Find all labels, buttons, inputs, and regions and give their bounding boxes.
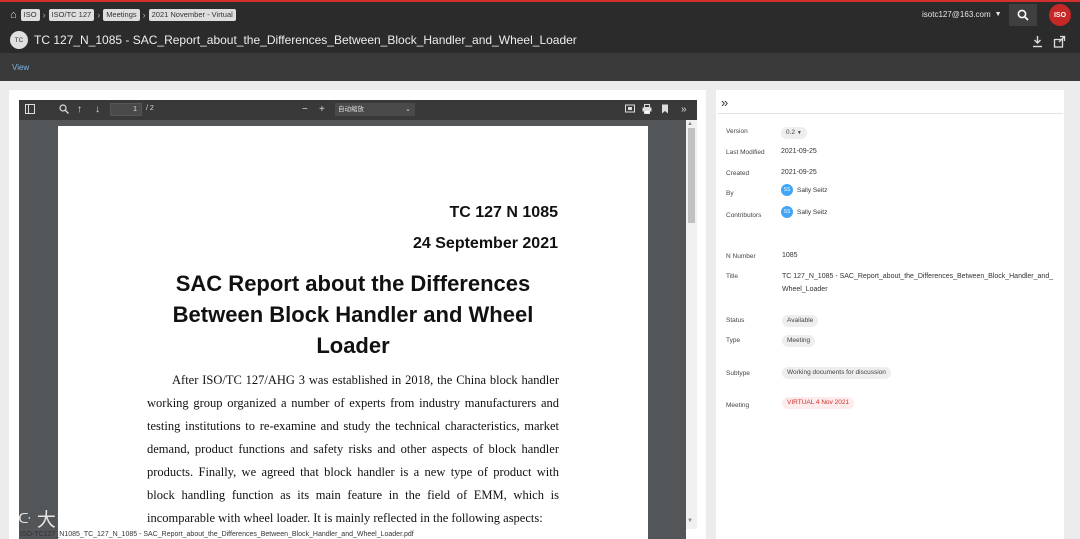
scroll-up-icon[interactable]: ▲ xyxy=(687,121,693,127)
iso-logo[interactable]: ISO xyxy=(1049,4,1071,26)
n-number-label: N Number xyxy=(726,253,756,260)
chevron-down-icon: ⌄ xyxy=(405,106,411,113)
breadcrumb-item-meeting[interactable]: 2021 November - Virtual xyxy=(148,9,236,21)
type-badge: Meeting xyxy=(782,335,816,347)
type-label: Type xyxy=(726,337,741,344)
n-number-value: 1085 xyxy=(782,252,798,259)
tools-expand-icon[interactable]: » xyxy=(681,104,687,116)
version-label: Version xyxy=(726,128,748,135)
arrow-down-icon[interactable]: ↓ xyxy=(95,104,100,116)
meeting-link[interactable]: VIRTUAL 4 Nov 2021 xyxy=(782,397,855,409)
caret-down-icon: ▼ xyxy=(796,130,802,136)
subtype-badge: Working documents for discussion xyxy=(782,367,891,379)
divider xyxy=(718,113,1063,114)
breadcrumb: ⌂ ISO › ISO/TC 127 › Meetings › 2021 Nov… xyxy=(10,9,236,21)
chevron-right-icon: › xyxy=(97,10,101,20)
zoom-select[interactable]: 自动缩放 ⌄ xyxy=(335,103,415,116)
created-label: Created xyxy=(726,170,750,177)
chevron-right-icon: › xyxy=(142,10,146,20)
by-label: By xyxy=(726,190,734,197)
created-value: 2021-09-25 xyxy=(781,169,817,176)
version-value: 0.2 xyxy=(786,129,796,136)
committee-avatar: TC xyxy=(10,31,28,49)
presentation-mode-icon[interactable] xyxy=(625,104,635,118)
user-menu[interactable]: isotc127@163.com ▼ xyxy=(922,10,1002,19)
title-value: TC 127_N_1085 - SAC_Report_about_the_Dif… xyxy=(782,273,1054,293)
status-badge: Available xyxy=(782,315,819,327)
avatar: SS xyxy=(781,206,793,218)
pdf-page: TC 127 N 1085 24 September 2021 SAC Repo… xyxy=(58,126,648,539)
contributor-user-name: Sally Seitz xyxy=(797,208,828,216)
sidebar-toggle-icon[interactable] xyxy=(25,104,35,118)
page-heading: SAC Report about the Differences Between… xyxy=(172,271,534,358)
user-email: isotc127@163.com xyxy=(922,10,991,19)
pdf-toolbar: ↑ ↓ 1 / 2 − + 自动缩放 ⌄ » xyxy=(19,100,697,120)
page-document-number: TC 127 N 1085 xyxy=(449,204,558,221)
watermark-logo-icon: ᑕᑢ xyxy=(8,510,31,526)
search-icon xyxy=(1017,9,1029,21)
breadcrumb-item-meetings[interactable]: Meetings xyxy=(103,9,140,21)
version-select[interactable]: 0.2 ▼ xyxy=(781,127,807,139)
top-header: ⌂ ISO › ISO/TC 127 › Meetings › 2021 Nov… xyxy=(0,0,1080,53)
home-icon[interactable]: ⌂ xyxy=(10,9,17,21)
download-button[interactable] xyxy=(1029,33,1045,49)
breadcrumb-item-tc127[interactable]: ISO/TC 127 xyxy=(48,9,95,21)
tab-bar: View xyxy=(0,53,1080,81)
zoom-out-icon[interactable]: − xyxy=(302,104,308,116)
file-name: ISO-TC127_N1085_TC_127_N_1085 - SAC_Repo… xyxy=(20,531,414,538)
zoom-in-icon[interactable]: + xyxy=(319,104,325,116)
find-icon[interactable] xyxy=(59,104,69,118)
document-title: TC 127_N_1085 - SAC_Report_about_the_Dif… xyxy=(34,33,577,47)
document-header: TC TC 127_N_1085 - SAC_Report_about_the_… xyxy=(10,31,577,49)
avatar: SS xyxy=(781,184,793,196)
chevron-right-icon: › xyxy=(42,10,46,20)
print-icon[interactable] xyxy=(642,104,652,118)
contributor-user[interactable]: SS Sally Seitz xyxy=(781,206,827,218)
page-total: / 2 xyxy=(146,105,154,112)
last-modified-label: Last Modified xyxy=(726,149,765,156)
title-label: Title xyxy=(726,273,739,280)
scroll-down-icon[interactable]: ▼ xyxy=(687,518,693,524)
page-date: 24 September 2021 xyxy=(413,235,558,252)
subtype-label: Subtype xyxy=(726,370,750,377)
pdf-scrollbar-thumb[interactable] xyxy=(688,128,695,223)
bookmark-icon[interactable] xyxy=(661,104,669,118)
status-label: Status xyxy=(726,317,745,324)
by-user[interactable]: SS Sally Seitz xyxy=(781,184,827,196)
page-number-input[interactable]: 1 xyxy=(110,103,142,116)
zoom-value: 自动缩放 xyxy=(338,106,364,113)
by-user-name: Sally Seitz xyxy=(797,186,828,194)
meeting-label: Meeting xyxy=(726,402,750,409)
page-body-text: After ISO/TC 127/AHG 3 was established i… xyxy=(147,373,559,525)
download-icon xyxy=(1032,35,1042,47)
watermark-text: 大数跨境 xyxy=(36,510,117,531)
share-icon xyxy=(1053,35,1065,48)
watermark: ᑕᑢ 大数跨境 xyxy=(8,505,117,532)
collapse-panel-icon[interactable]: » xyxy=(721,95,728,110)
metadata-panel xyxy=(716,90,1064,539)
search-button[interactable] xyxy=(1009,4,1037,26)
breadcrumb-item-iso[interactable]: ISO xyxy=(20,9,40,21)
arrow-up-icon[interactable]: ↑ xyxy=(77,104,82,116)
caret-down-icon: ▼ xyxy=(994,11,1002,18)
contributors-label: Contributors xyxy=(726,212,762,219)
tab-view[interactable]: View xyxy=(12,63,29,72)
share-button[interactable] xyxy=(1051,33,1067,49)
last-modified-value: 2021-09-25 xyxy=(781,148,817,155)
